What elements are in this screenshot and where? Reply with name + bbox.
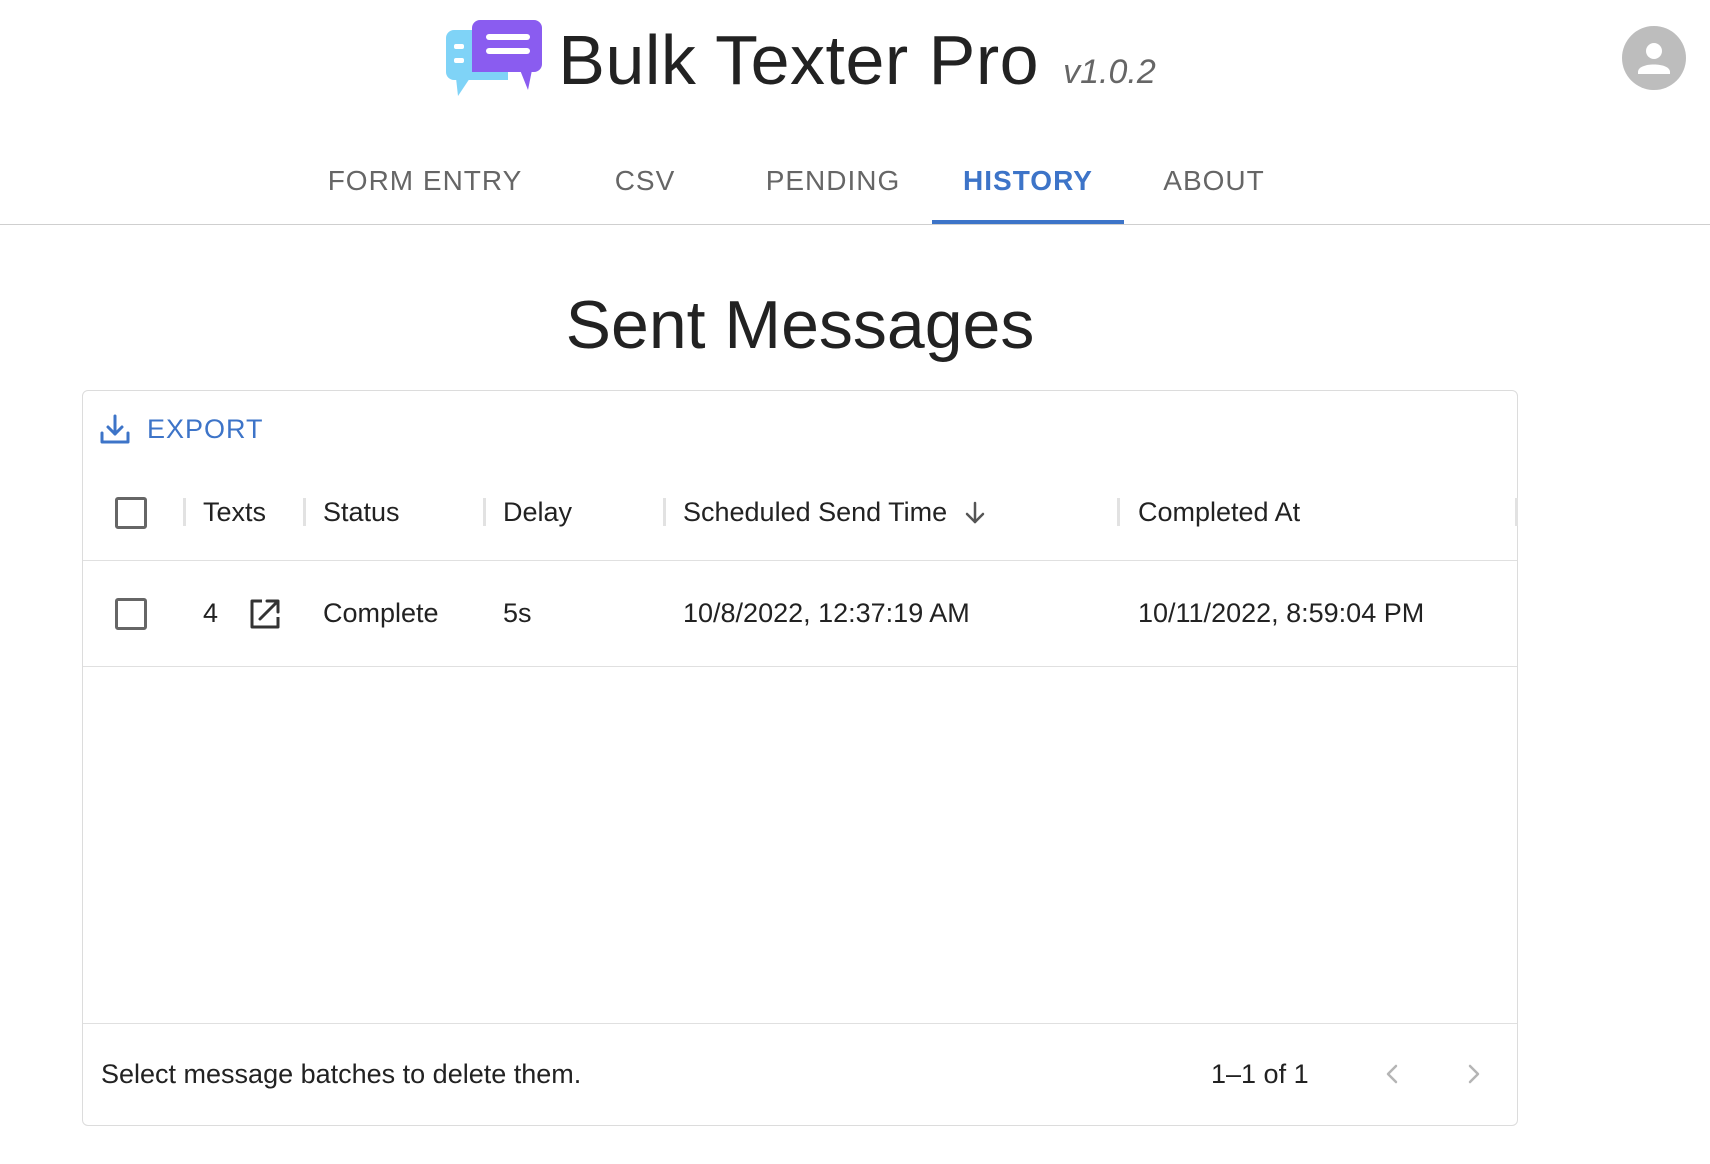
column-separator[interactable] [1117, 498, 1120, 526]
tab-form-entry[interactable]: FORM ENTRY [310, 140, 540, 222]
column-separator[interactable] [663, 498, 666, 526]
page-title: Sent Messages [565, 287, 1035, 363]
app-header: Bulk Texter Pro v1.0.2 [0, 18, 1710, 102]
row-select-checkbox[interactable] [115, 597, 147, 630]
app-version: v1.0.2 [1063, 53, 1156, 91]
chat-bubbles-logo-icon [446, 20, 543, 96]
column-header-scheduled-send-time[interactable]: Scheduled Send Time [683, 465, 989, 560]
column-header-label: Scheduled Send Time [683, 497, 948, 527]
tab-history[interactable]: HISTORY [932, 140, 1124, 222]
open-texts-button[interactable] [248, 561, 282, 666]
table-row[interactable]: 4 Complete 5s 10/8/2022, 12:37:19 AM 10/… [83, 561, 1517, 667]
texts-count: 4 [203, 598, 219, 628]
tab-pending[interactable]: PENDING [748, 140, 918, 222]
chevron-left-icon [1386, 1064, 1398, 1084]
export-button[interactable]: EXPORT [99, 413, 264, 445]
select-all-checkbox[interactable] [115, 496, 147, 529]
account-circle-icon [1638, 43, 1670, 74]
row-select-cell [115, 561, 147, 666]
delay-cell: 5s [503, 598, 532, 628]
active-tab-indicator [932, 220, 1124, 224]
grid-footer: Select message batches to delete them. 1… [83, 1023, 1517, 1127]
brand: Bulk Texter Pro v1.0.2 [444, 18, 1156, 102]
app-root: Bulk Texter Pro v1.0.2 FORM ENTRY CSV PE… [0, 0, 1710, 1164]
column-header-texts[interactable]: Texts [203, 465, 266, 560]
tab-about[interactable]: ABOUT [1136, 140, 1292, 222]
next-page-button[interactable] [1453, 1054, 1493, 1094]
column-separator[interactable] [1515, 498, 1518, 526]
history-data-grid: EXPORT Texts Status Delay Scheduled Send… [82, 390, 1518, 1126]
export-label: EXPORT [147, 413, 264, 444]
download-icon [100, 414, 130, 444]
column-separator[interactable] [483, 498, 486, 526]
open-in-new-icon [250, 599, 280, 628]
completed-at-cell: 10/11/2022, 8:59:04 PM [1138, 598, 1425, 628]
chevron-right-icon [1468, 1064, 1480, 1084]
main-tabs: FORM ENTRY CSV PENDING HISTORY ABOUT [0, 140, 1710, 225]
previous-page-button[interactable] [1373, 1054, 1413, 1094]
select-all-cell [115, 465, 147, 560]
tab-csv[interactable]: CSV [560, 140, 730, 222]
account-button[interactable] [1622, 26, 1686, 90]
app-title: Bulk Texter Pro [558, 21, 1040, 99]
sort-descending-icon[interactable] [961, 499, 989, 527]
column-header-delay[interactable]: Delay [503, 465, 572, 560]
column-header-status[interactable]: Status [323, 465, 400, 560]
table-header-row: Texts Status Delay Scheduled Send Time C… [83, 465, 1518, 561]
column-separator[interactable] [183, 498, 186, 526]
column-separator[interactable] [303, 498, 306, 526]
column-header-completed-at[interactable]: Completed At [1138, 465, 1300, 560]
footer-hint: Select message batches to delete them. [101, 1058, 582, 1089]
pagination-range: 1–1 of 1 [1211, 1058, 1309, 1089]
status-cell: Complete [323, 598, 439, 628]
scheduled-send-time-cell: 10/8/2022, 12:37:19 AM [683, 598, 970, 628]
